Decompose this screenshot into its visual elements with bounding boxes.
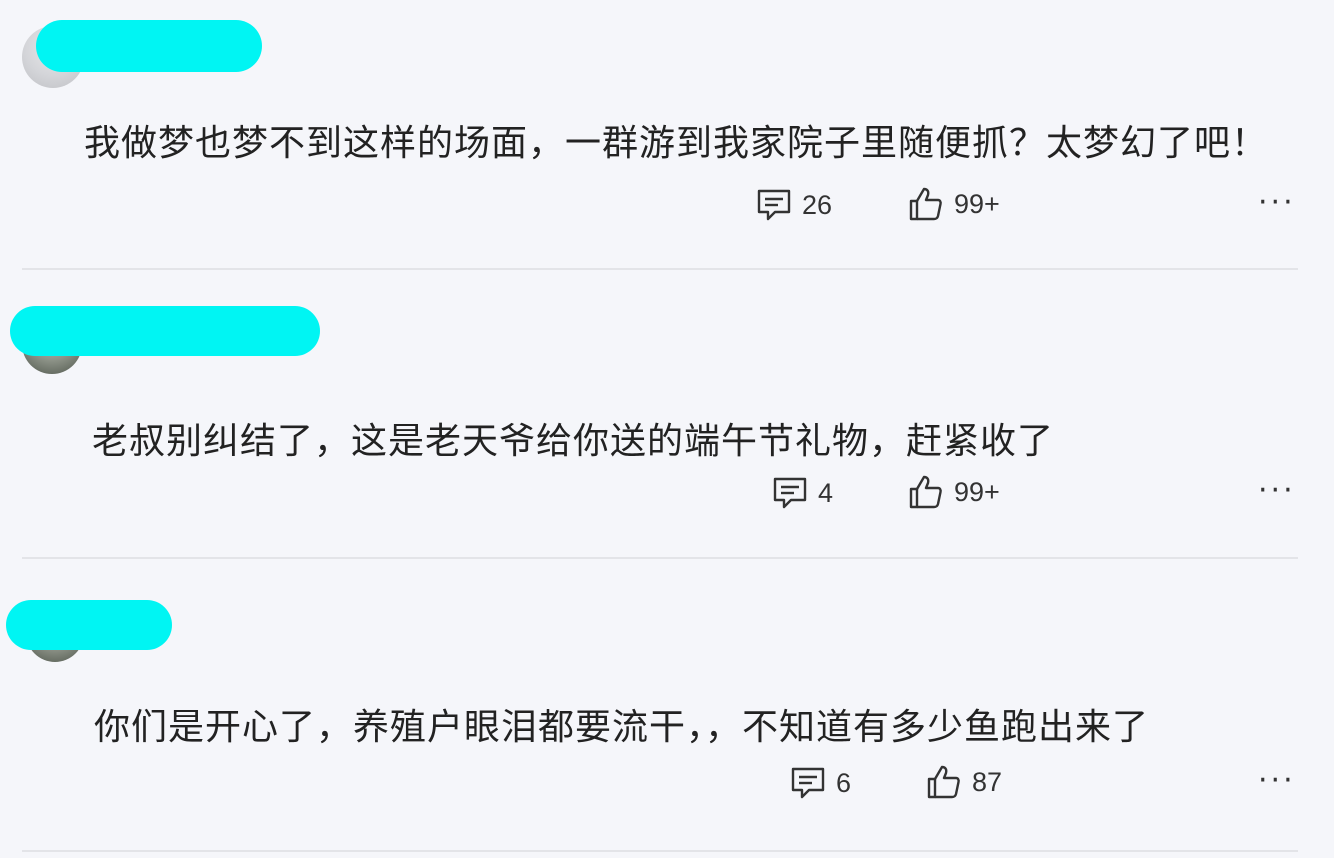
comment-item: 你们是开心了，养殖户眼泪都要流干，，不知道有多少鱼跑出来了 6 87 ··· — [0, 560, 1334, 858]
like-button[interactable]: 87 — [926, 764, 1002, 800]
more-options-icon[interactable]: ··· — [1258, 766, 1296, 796]
more-options-icon[interactable]: ··· — [1258, 188, 1296, 218]
like-count: 87 — [972, 766, 1003, 797]
like-button[interactable]: 99+ — [908, 474, 1000, 510]
username-redacted[interactable] — [36, 20, 262, 72]
divider — [22, 557, 1298, 559]
comment-icon — [756, 188, 792, 222]
reply-button[interactable]: 26 — [756, 188, 832, 222]
like-count: 99+ — [954, 188, 1000, 219]
thumbs-up-icon — [908, 186, 944, 222]
comment-item: 我做梦也梦不到这样的场面，一群游到我家院子里随便抓？太梦幻了吧！ 26 99+ … — [0, 0, 1334, 270]
like-button[interactable]: 99+ — [908, 186, 1000, 222]
divider — [22, 850, 1298, 852]
comment-text: 你们是开心了，养殖户眼泪都要流干，，不知道有多少鱼跑出来了 — [94, 707, 1150, 748]
comment-text: 我做梦也梦不到这样的场面，一群游到我家院子里随便抓？太梦幻了吧！ — [84, 123, 1269, 164]
comment-item: 老叔别纠结了，这是老天爷给你送的端午节礼物，赶紧收了 4 99+ ··· — [0, 270, 1334, 560]
reply-count: 6 — [836, 767, 852, 798]
comment-icon — [772, 476, 808, 510]
comment-icon — [790, 766, 826, 800]
username-redacted[interactable] — [6, 600, 172, 650]
reply-count: 4 — [818, 477, 834, 508]
reply-button[interactable]: 4 — [772, 476, 833, 510]
reply-button[interactable]: 6 — [790, 766, 851, 800]
thumbs-up-icon — [926, 764, 962, 800]
username-redacted[interactable] — [10, 306, 320, 356]
comment-text: 老叔别纠结了，这是老天爷给你送的端午节礼物，赶紧收了 — [92, 421, 1055, 462]
thumbs-up-icon — [908, 474, 944, 510]
more-options-icon[interactable]: ··· — [1258, 476, 1296, 506]
like-count: 99+ — [954, 476, 1000, 507]
reply-count: 26 — [802, 189, 833, 220]
